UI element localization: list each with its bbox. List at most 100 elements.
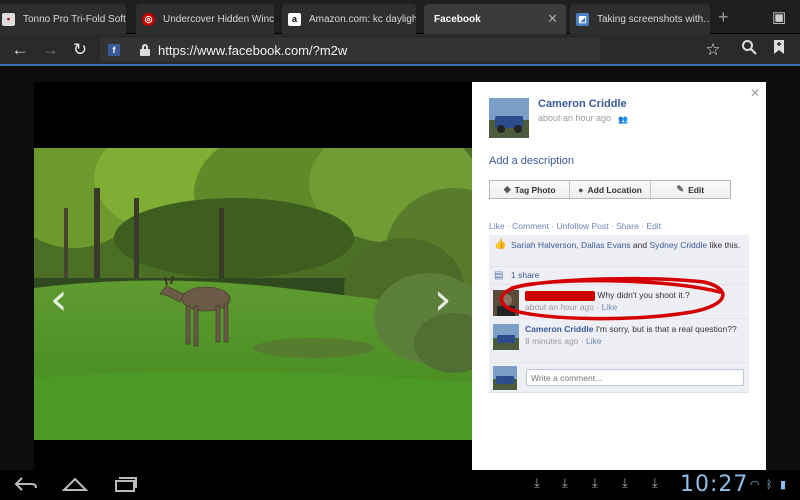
- liker-name[interactable]: Dallas Evans: [581, 240, 631, 250]
- new-tab-icon[interactable]: +: [718, 8, 729, 26]
- recent-apps-icon[interactable]: [114, 476, 138, 497]
- button-label: Add Location: [587, 184, 642, 195]
- share-link[interactable]: Share: [616, 221, 639, 231]
- audience-friends-icon[interactable]: 👥: [618, 115, 628, 124]
- facebook-favicon-icon: f: [108, 44, 120, 56]
- comment-meta: 8 minutes ago · Like: [525, 336, 602, 346]
- prev-photo-arrow[interactable]: ‹: [50, 278, 68, 322]
- add-location-button[interactable]: ● Add Location: [570, 181, 651, 198]
- tab-title: Amazon.com: kc daylight…: [309, 13, 416, 25]
- likes-row: 👍 Sariah Halverson, Dallas Evans and Syd…: [489, 235, 749, 267]
- back-icon[interactable]: [14, 476, 38, 497]
- button-label: Tag Photo: [514, 184, 556, 195]
- moose-photo[interactable]: [34, 148, 472, 440]
- bluetooth-icon: ᛒ: [766, 478, 773, 491]
- search-icon[interactable]: [738, 39, 760, 61]
- likes-suffix: like this.: [709, 240, 741, 250]
- android-system-bar: ⤓ ⤓ ⤓ ⤓ ⤓ 10:27 ◠ ᛒ ▮: [0, 470, 800, 500]
- pencil-icon: ✎: [676, 184, 685, 194]
- tab-title: Undercover Hidden Winc…: [163, 13, 274, 25]
- edit-link[interactable]: Edit: [646, 221, 661, 231]
- edit-button[interactable]: ✎ Edit: [651, 181, 730, 198]
- browser-tab-strip: ▪ Tonno Pro Tri-Fold Soft… ◎ Undercover …: [0, 0, 800, 34]
- commenter-avatar[interactable]: [493, 290, 519, 316]
- battery-icon: ▮: [780, 478, 787, 491]
- bookmarks-icon[interactable]: [768, 39, 790, 61]
- browser-toolbar: ← → ↻ f https://www.facebook.com/?m2w ☆: [0, 34, 800, 66]
- screen: ▪ Tonno Pro Tri-Fold Soft… ◎ Undercover …: [0, 0, 800, 500]
- comment-body: Why didn't you shoot it.?: [525, 289, 745, 301]
- download-notification-icon[interactable]: ⤓: [592, 476, 598, 491]
- comment-text: Why didn't you shoot it.?: [597, 290, 690, 300]
- comment-time[interactable]: 8 minutes ago: [525, 336, 578, 346]
- photo-actions-bar: ◆ Tag Photo ● Add Location ✎ Edit: [489, 180, 731, 199]
- comment-body: Cameron Criddle I'm sorry, but is that a…: [525, 323, 745, 335]
- author-name[interactable]: Cameron Criddle: [538, 98, 627, 110]
- tab-title: Facebook: [434, 13, 481, 25]
- comment-item: Cameron Criddle I'm sorry, but is that a…: [489, 319, 749, 363]
- photo-details-panel: ✕ Cameron Criddle about an hour ago 👥 Ad…: [472, 82, 766, 470]
- download-notification-icon[interactable]: ⤓: [562, 476, 568, 491]
- tag-icon: ◆: [503, 184, 511, 194]
- page-icon: ◩: [576, 12, 589, 26]
- share-count[interactable]: 1 share: [511, 270, 539, 280]
- close-tab-icon[interactable]: ✕: [547, 11, 558, 27]
- tab-title: Taking screenshots with…: [597, 13, 710, 25]
- clock[interactable]: 10:27: [680, 472, 748, 497]
- redacted-name: [525, 290, 595, 301]
- shares-row[interactable]: ▤ 1 share: [489, 267, 749, 285]
- share-icon: ▤: [494, 270, 504, 281]
- download-notification-icon[interactable]: ⤓: [534, 476, 540, 491]
- tab-switcher-icon[interactable]: ▣: [772, 10, 786, 25]
- post-time[interactable]: about an hour ago: [538, 113, 627, 123]
- comment-item: Why didn't you shoot it.? about an hour …: [489, 285, 749, 319]
- comment-like-link[interactable]: Like: [602, 302, 618, 312]
- tab-tonno[interactable]: ▪ Tonno Pro Tri-Fold Soft…: [0, 4, 126, 34]
- reload-icon[interactable]: ↻: [70, 40, 90, 60]
- back-arrow-icon[interactable]: ←: [10, 40, 30, 60]
- forward-arrow-icon[interactable]: →: [40, 40, 60, 60]
- home-icon[interactable]: [61, 476, 89, 497]
- comment-meta: about an hour ago · Like: [525, 302, 618, 312]
- url-text: https://www.facebook.com/?m2w: [158, 42, 348, 58]
- tab-title: Tonno Pro Tri-Fold Soft…: [23, 13, 126, 25]
- tab-facebook[interactable]: Facebook ✕: [424, 4, 566, 34]
- like-link[interactable]: Like: [489, 221, 505, 231]
- add-description-link[interactable]: Add a description: [489, 155, 574, 167]
- download-notification-icon[interactable]: ⤓: [622, 476, 628, 491]
- button-label: Edit: [688, 184, 705, 195]
- lock-icon: [140, 44, 150, 56]
- author-avatar[interactable]: [489, 98, 529, 138]
- close-icon[interactable]: ✕: [750, 86, 760, 100]
- comment-author[interactable]: Cameron Criddle: [525, 324, 594, 334]
- next-photo-arrow[interactable]: ›: [434, 278, 452, 322]
- post-actions: Like · Comment · Unfollow Post · Share ·…: [489, 221, 662, 231]
- bookmark-star-icon[interactable]: ☆: [702, 39, 724, 61]
- feedback-area: 👍 Sariah Halverson, Dallas Evans and Syd…: [489, 235, 749, 393]
- thumbs-up-icon: 👍: [494, 239, 507, 250]
- liker-name[interactable]: Sydney Criddle: [649, 240, 707, 250]
- tab-amazon[interactable]: a Amazon.com: kc daylight…: [282, 4, 416, 34]
- write-comment-row: Write a comment...: [489, 363, 749, 393]
- likes-conjunction: and: [632, 240, 648, 250]
- tab-screenshots[interactable]: ◩ Taking screenshots with…: [570, 4, 710, 34]
- comment-like-link[interactable]: Like: [586, 336, 602, 346]
- tag-photo-button[interactable]: ◆ Tag Photo: [490, 181, 571, 198]
- comment-input[interactable]: Write a comment...: [526, 369, 744, 386]
- generic-page-icon: ▪: [2, 12, 15, 26]
- photo-viewer: ‹ ›: [34, 82, 472, 470]
- wifi-icon: ◠: [750, 478, 760, 491]
- unfollow-post-link[interactable]: Unfollow Post: [557, 221, 609, 231]
- post-header: Cameron Criddle about an hour ago: [538, 98, 627, 123]
- address-bar[interactable]: f https://www.facebook.com/?m2w: [100, 38, 600, 62]
- toyota-logo-icon: ◎: [142, 12, 155, 26]
- comment-time[interactable]: about an hour ago: [525, 302, 594, 312]
- comment-text: I'm sorry, but is that a real question??: [595, 324, 737, 334]
- commenter-avatar[interactable]: [493, 324, 519, 350]
- liker-name[interactable]: Sariah Halverson: [511, 240, 576, 250]
- amazon-logo-icon: a: [288, 12, 301, 26]
- download-notification-icon[interactable]: ⤓: [652, 476, 658, 491]
- location-pin-icon: ●: [578, 184, 584, 195]
- tab-undercover[interactable]: ◎ Undercover Hidden Winc…: [136, 4, 274, 34]
- comment-link[interactable]: Comment: [512, 221, 549, 231]
